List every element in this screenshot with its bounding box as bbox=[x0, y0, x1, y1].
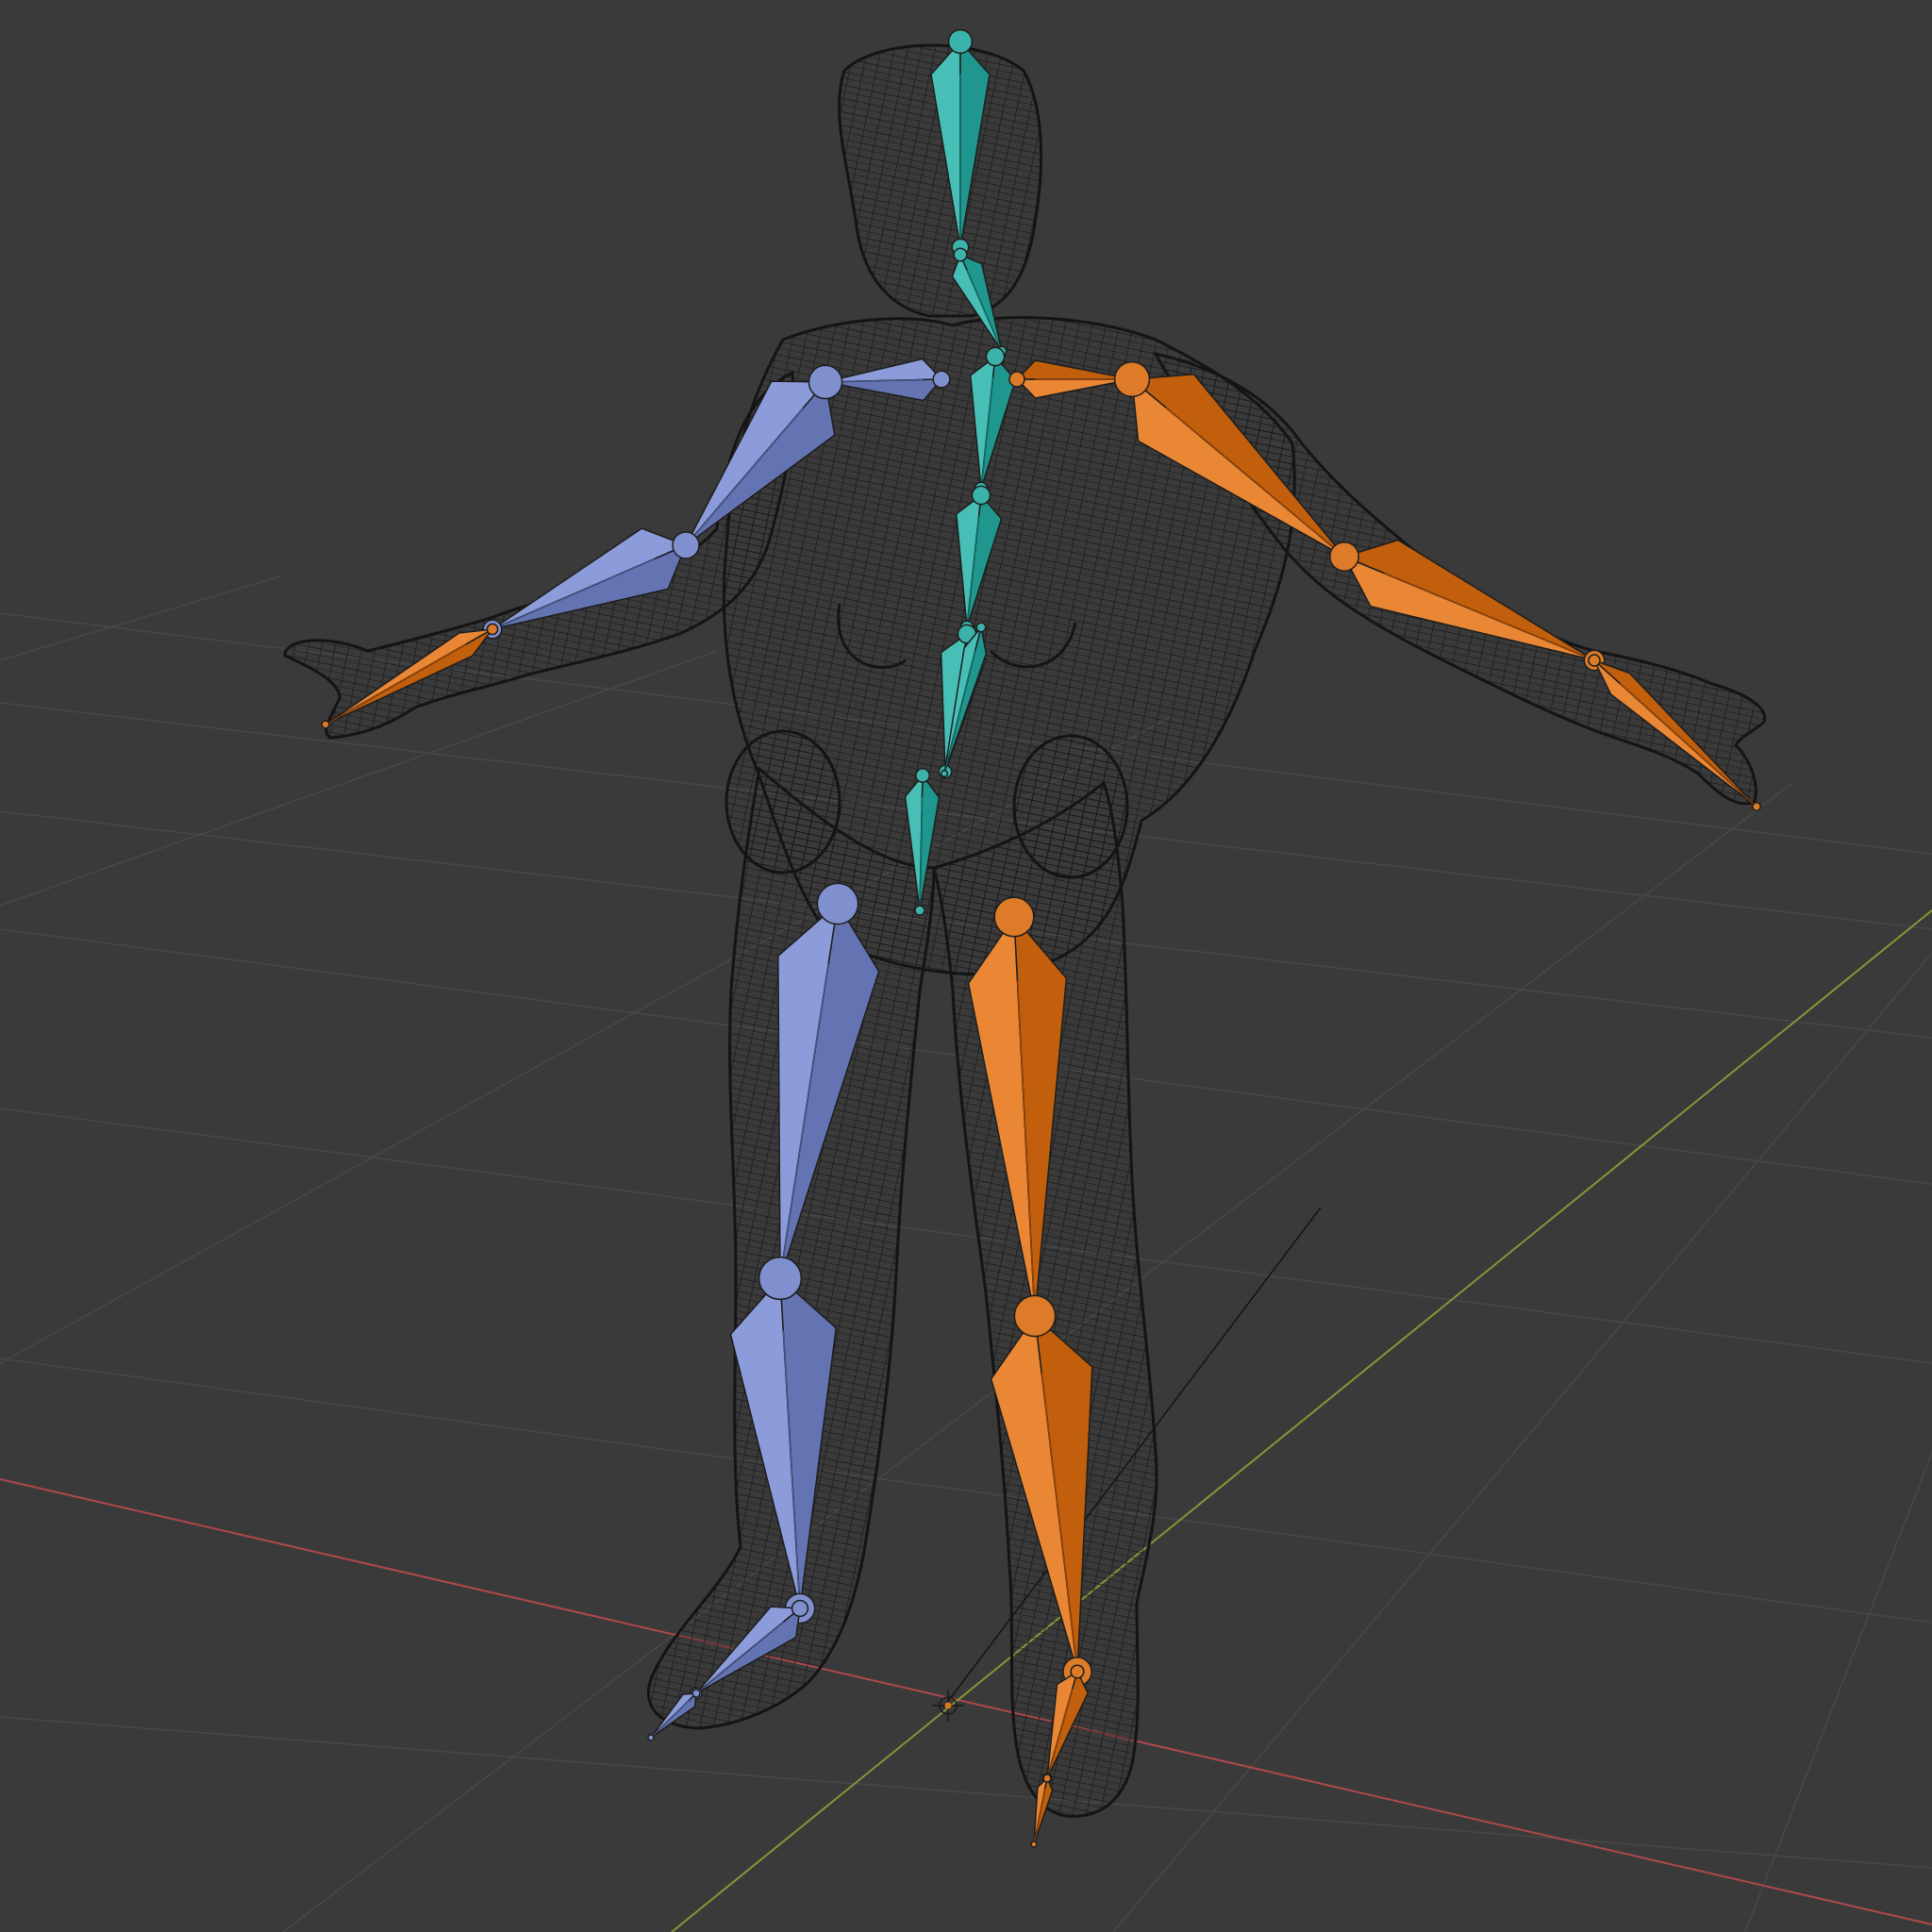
bone-head-joint[interactable] bbox=[672, 531, 700, 559]
viewport-canvas[interactable] bbox=[0, 0, 1932, 1932]
bone-tail-joint[interactable] bbox=[914, 905, 925, 916]
bone-tail-joint[interactable] bbox=[1752, 802, 1761, 811]
bone-head-joint[interactable] bbox=[947, 28, 974, 55]
origin-dot bbox=[944, 1702, 952, 1709]
bone-head-joint[interactable] bbox=[1588, 654, 1601, 667]
bone-head-joint[interactable] bbox=[816, 882, 859, 925]
bone-head-joint[interactable] bbox=[975, 622, 987, 633]
3d-viewport[interactable] bbox=[0, 0, 1932, 1932]
bone-head-joint[interactable] bbox=[915, 768, 930, 783]
bone-head-joint[interactable] bbox=[993, 896, 1035, 938]
bone-head-joint[interactable] bbox=[758, 1256, 803, 1301]
bone-tail-joint[interactable] bbox=[1030, 1840, 1038, 1848]
bone-head-joint[interactable] bbox=[1008, 371, 1025, 388]
bone-head-joint[interactable] bbox=[1042, 1774, 1052, 1783]
bone-head-joint[interactable] bbox=[486, 623, 499, 636]
mesh-hip-right bbox=[1012, 734, 1129, 879]
bone-head-joint[interactable] bbox=[1013, 1294, 1057, 1338]
bone-head-joint[interactable] bbox=[691, 1689, 701, 1698]
bone-head-joint[interactable] bbox=[1070, 1664, 1085, 1679]
bone-tail-joint[interactable] bbox=[647, 1734, 655, 1741]
bone-head-joint[interactable] bbox=[1329, 541, 1359, 572]
bone-head-joint[interactable] bbox=[953, 247, 968, 262]
bone-tail-joint[interactable] bbox=[321, 720, 330, 729]
bone-head-joint[interactable] bbox=[971, 485, 991, 506]
bone-head-joint[interactable] bbox=[791, 1599, 809, 1618]
bone-head-joint[interactable] bbox=[808, 364, 843, 400]
bone-tail-joint[interactable] bbox=[940, 769, 949, 778]
mesh-hip-left bbox=[724, 729, 841, 874]
bone-head-joint[interactable] bbox=[932, 370, 951, 389]
bone-head-joint[interactable] bbox=[1113, 360, 1151, 398]
bone-head-joint[interactable] bbox=[985, 346, 1006, 367]
